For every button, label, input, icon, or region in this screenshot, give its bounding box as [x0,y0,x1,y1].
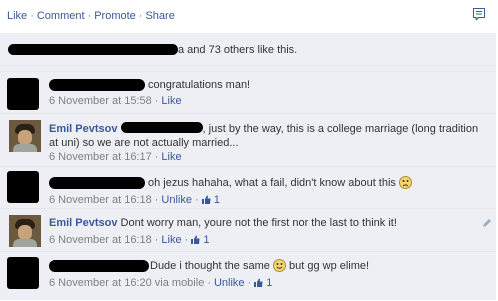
unlike-link[interactable]: Unlike [161,194,192,206]
comment-text: oh jezus hahaha, what a fail, didn't kno… [148,177,396,189]
separator: · [154,194,159,206]
comment-date[interactable]: 6 November at 15:58 [49,95,152,107]
like-link[interactable]: Like [7,10,27,22]
comment-body: Emil Pevtsov , just by the way, this is … [49,122,489,150]
edit-pencil-icon[interactable] [482,218,492,228]
avatar[interactable] [9,215,41,247]
avatar[interactable] [7,78,39,110]
comment-item: Emil Pevtsov , just by the way, this is … [0,113,496,169]
separator: · [184,234,189,246]
promote-link[interactable]: Promote [94,10,136,22]
separator: · [207,277,211,289]
separator: · [154,151,159,163]
separator: · [87,10,92,22]
like-count[interactable]: 1 [266,277,272,289]
like-link[interactable]: Like [161,234,181,246]
likes-text: a and 73 others like this. [178,44,298,56]
separator: · [247,277,252,289]
comment-link[interactable]: Comment [37,10,85,22]
frown-smiley-icon [399,176,412,189]
separator: · [154,234,159,246]
like-count[interactable]: 1 [203,234,209,246]
redacted-author [49,79,145,91]
comment-item: Emil Pevtsov Dont worry man, youre not t… [0,208,496,254]
comment-text: congratulations man! [148,79,251,91]
comment-body: Emil Pevtsov Dont worry man, youre not t… [49,216,489,230]
comment-date[interactable]: 6 November at 16:18 [49,194,152,206]
post-actions: Like · Comment · Promote · Share [7,10,175,22]
comment-meta: 6 November at 16:17 · Like [49,151,182,163]
thumbs-up-icon[interactable] [191,235,200,244]
thumbs-up-icon[interactable] [201,195,211,204]
separator: · [30,10,34,22]
comment-meta: 6 November at 15:58 · Like [49,95,182,107]
smiley-icon [272,259,286,272]
avatar[interactable] [9,120,41,152]
comment-text: Dude i thought the same [150,260,270,272]
comment-meta: 6 November at 16:18 · Unlike · 1 [49,194,220,206]
redacted-names [8,44,178,55]
redacted-author [49,177,145,189]
comment-date[interactable]: 6 November at 16:17 [49,151,152,163]
separator: · [194,194,199,206]
comment-meta: 6 November at 16:20 via mobile · Unlike · 1 [49,277,272,289]
thumbs-up-icon[interactable] [254,278,263,287]
comment-date[interactable]: 6 November at 16:18 [49,234,152,246]
separator: · [154,95,159,107]
comment-date[interactable]: 6 November at 16:20 via mobile [49,277,204,289]
comment-text: Dont worry man, youre not the first nor … [120,217,397,229]
like-count[interactable]: 1 [214,194,220,206]
redacted-mention [120,122,203,133]
comment-text-end: but gg wp elime! [288,260,370,272]
like-link[interactable]: Like [161,95,181,107]
comment-text-wrap: Dude i thought the same but gg wp elime! [150,259,498,273]
comment-author[interactable]: Emil Pevtsov [49,123,117,135]
comment-item: oh jezus hahaha, what a fail, didn't kno… [0,166,496,210]
comment-text-wrap: oh jezus hahaha, what a fail, didn't kno… [148,176,498,190]
redacted-author [49,260,149,272]
comment-item: Dude i thought the same but gg wp elime!… [0,251,496,301]
comment-count-icon[interactable] [473,8,485,20]
avatar[interactable] [7,171,39,203]
comment-meta: 6 November at 16:18 · Like · 1 [49,234,209,246]
share-link[interactable]: Share [145,10,174,22]
unlike-link[interactable]: Unlike [214,277,245,289]
comment-author[interactable]: Emil Pevtsov [49,217,117,229]
like-link[interactable]: Like [161,151,181,163]
avatar[interactable] [7,257,39,289]
